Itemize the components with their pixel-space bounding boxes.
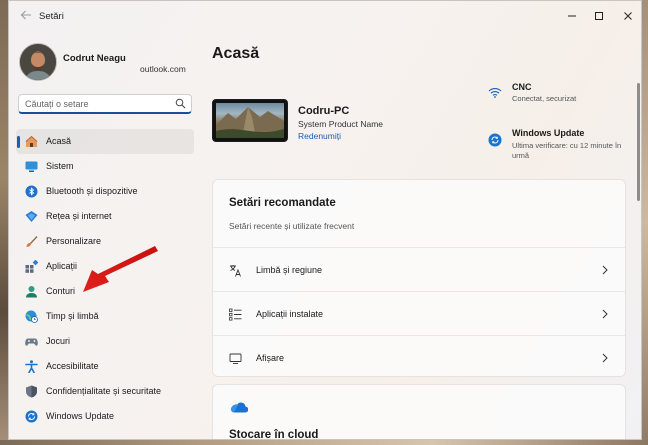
- sidebar-item-bluetooth[interactable]: Bluetooth și dispozitive: [16, 179, 194, 204]
- minimize-button[interactable]: [557, 5, 587, 27]
- chevron-right-icon: [602, 265, 608, 275]
- profile-email: outlook.com: [140, 64, 186, 74]
- windows-update-icon: [488, 133, 502, 147]
- recommended-row-display[interactable]: Afișare: [213, 335, 625, 380]
- recommended-row-label: Limbă și regiune: [256, 265, 323, 275]
- windows-update-title[interactable]: Windows Update: [512, 128, 584, 138]
- network-status: Conectat, securizat: [512, 94, 577, 103]
- sidebar-item-retea[interactable]: Rețea și internet: [16, 204, 194, 229]
- windows-update-status: Ultima verificare: cu 12 minute în urmă: [512, 141, 622, 160]
- pc-name: Codru-PC: [298, 105, 350, 117]
- bluetooth-icon: [25, 185, 38, 198]
- sidebar-item-label: Windows Update: [46, 411, 115, 421]
- sidebar-item-label: Acasă: [46, 136, 72, 146]
- sidebar-item-label: Accesibilitate: [46, 361, 99, 371]
- sidebar-item-label: Confidențialitate și securitate: [46, 386, 162, 396]
- recommended-row-installed-apps[interactable]: Aplicații instalate: [213, 291, 625, 336]
- avatar[interactable]: [19, 43, 57, 81]
- back-arrow-icon[interactable]: [17, 9, 35, 25]
- sidebar-item-windows-update[interactable]: Windows Update: [16, 404, 194, 429]
- sidebar-item-confidentialitate[interactable]: Confidențialitate și securitate: [16, 379, 194, 404]
- sidebar-item-sistem[interactable]: Sistem: [16, 154, 194, 179]
- monitor-icon: [229, 353, 242, 364]
- close-button[interactable]: [613, 5, 641, 27]
- brush-icon: [26, 236, 38, 247]
- search-input[interactable]: [25, 97, 175, 111]
- chevron-right-icon: [602, 353, 608, 363]
- red-arrow-annotation: [83, 246, 158, 292]
- scrollbar[interactable]: [637, 83, 640, 201]
- apps-icon: [25, 260, 38, 273]
- maximize-button[interactable]: [584, 5, 614, 27]
- window-title: Setări: [39, 11, 64, 22]
- account-icon: [26, 286, 37, 298]
- cloud-storage-card: Stocare în cloud: [212, 384, 626, 440]
- network-icon: [25, 211, 38, 222]
- language-icon: [230, 265, 241, 277]
- system-icon: [25, 161, 38, 172]
- cloud-storage-title: Stocare în cloud: [229, 429, 319, 440]
- recommended-settings-card: Setări recomandate Setări recente și uti…: [212, 179, 626, 377]
- chevron-right-icon: [602, 309, 608, 319]
- sidebar-item-label: Sistem: [46, 161, 74, 171]
- title-bar: Setări: [9, 1, 641, 33]
- onedrive-cloud-icon: [230, 402, 248, 413]
- settings-window: Setări Codrut Neagu outlook.com Căutați …: [8, 0, 642, 440]
- sidebar-item-jocuri[interactable]: Jocuri: [16, 329, 194, 354]
- pc-thumbnail: [212, 99, 288, 142]
- sidebar-item-acasa[interactable]: Acasă: [16, 129, 194, 154]
- network-name: CNC: [512, 82, 532, 92]
- profile-name: Codrut Neagu: [63, 53, 126, 64]
- list-icon: [229, 308, 242, 321]
- accessibility-icon: [25, 360, 38, 373]
- rename-link[interactable]: Redenumiți: [298, 131, 341, 141]
- recommended-title: Setări recomandate: [229, 197, 336, 209]
- sidebar-item-label: Bluetooth și dispozitive: [46, 186, 138, 196]
- pc-model: System Product Name: [298, 119, 384, 129]
- active-indicator: [17, 136, 20, 148]
- desktop-background-left: [0, 0, 8, 445]
- shield-icon: [26, 385, 37, 398]
- desktop-background-right: [642, 0, 648, 445]
- desktop-background-bottom: [0, 440, 648, 445]
- home-icon: [25, 135, 38, 147]
- recommended-row-label: Aplicații instalate: [256, 309, 324, 319]
- page-title: Acasă: [212, 45, 260, 62]
- sidebar-item-label: Rețea și internet: [46, 211, 112, 221]
- update-icon: [25, 410, 38, 423]
- wifi-icon: [488, 87, 502, 98]
- sidebar-item-label: Timp și limbă: [46, 311, 99, 321]
- recommended-row-label: Afișare: [256, 353, 285, 363]
- sidebar-item-label: Jocuri: [46, 336, 71, 346]
- search-icon[interactable]: [175, 98, 186, 109]
- recommended-subtitle: Setări recente și utilizate frecvent: [229, 221, 355, 231]
- sidebar-item-timp[interactable]: Timp și limbă: [16, 304, 194, 329]
- gamepad-icon: [25, 338, 38, 346]
- globe-clock-icon: [25, 310, 38, 323]
- sidebar-item-accesibilitate[interactable]: Accesibilitate: [16, 354, 194, 379]
- search-box[interactable]: [18, 94, 192, 114]
- recommended-row-language[interactable]: Limbă și regiune: [213, 247, 625, 292]
